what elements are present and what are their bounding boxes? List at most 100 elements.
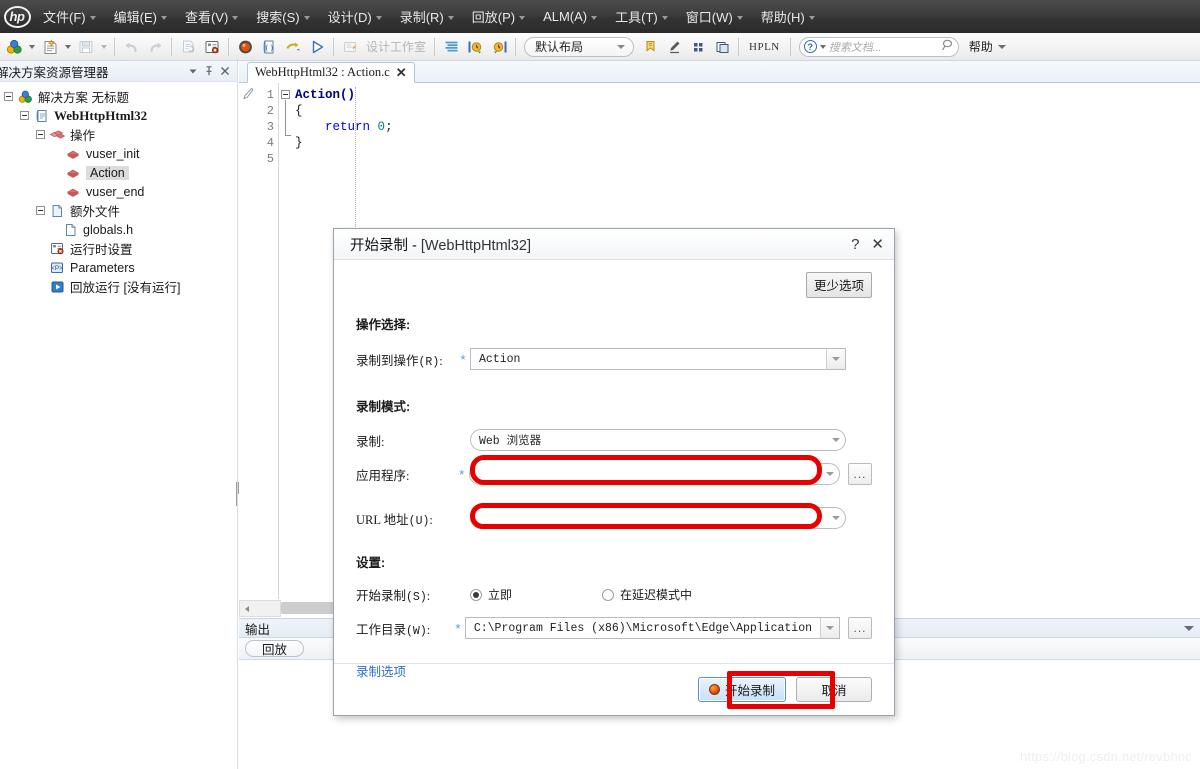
tree-item-action-label: Action: [86, 165, 129, 180]
cancel-button[interactable]: 取消: [796, 677, 872, 702]
close-icon[interactable]: ✕: [396, 66, 407, 79]
tree-item-extra-files[interactable]: 额外文件: [0, 201, 237, 220]
scroll-left-icon[interactable]: [240, 605, 253, 612]
tree-item-vuser-init[interactable]: vuser_init: [0, 144, 237, 163]
vertical-splitter-handle[interactable]: [236, 482, 241, 506]
tree-item-vuser-end[interactable]: vuser_end: [0, 182, 237, 201]
new-solution-dropdown-icon[interactable]: [26, 36, 38, 58]
hpln-label[interactable]: HPLN: [743, 41, 786, 53]
replay-prepare-icon[interactable]: [282, 36, 304, 58]
chevron-down-icon[interactable]: [1184, 625, 1194, 631]
align-lines-icon[interactable]: [440, 36, 462, 58]
runtime-settings-icon[interactable]: [201, 36, 223, 58]
expander-minus-icon[interactable]: [36, 206, 45, 215]
start-recording-dialog: 开始录制 - [WebHttpHtml32] ? ✕ 更少选项 操作选择: 录制…: [333, 228, 895, 716]
url-address-input[interactable]: [470, 507, 846, 529]
chevron-down-icon[interactable]: [819, 44, 826, 49]
tree-item-action[interactable]: Action: [0, 163, 237, 182]
new-script-dropdown-icon[interactable]: [62, 36, 74, 58]
record-into-action-select[interactable]: Action: [470, 348, 846, 370]
close-icon[interactable]: [217, 63, 233, 79]
toolbar-help-menu[interactable]: 帮助: [963, 38, 1012, 55]
menu-item-window[interactable]: 窗口(W): [677, 0, 752, 33]
code-folding-column[interactable]: [279, 83, 295, 599]
record-icon[interactable]: [234, 36, 256, 58]
new-window-icon[interactable]: [711, 36, 733, 58]
run-icon[interactable]: [306, 36, 328, 58]
new-script-icon[interactable]: [39, 36, 61, 58]
chevron-down-icon[interactable]: [826, 430, 845, 450]
highlighter-icon[interactable]: [663, 36, 685, 58]
chevron-down-icon[interactable]: [820, 618, 839, 638]
menu-item-search[interactable]: 搜索(S): [247, 0, 318, 33]
fold-collapse-icon[interactable]: [281, 90, 290, 99]
expander-minus-icon[interactable]: [4, 92, 13, 101]
menu-item-file[interactable]: 文件(F): [34, 0, 105, 33]
tree-item-script[interactable]: WebHttpHtml32: [0, 106, 237, 125]
redo-icon[interactable]: [144, 36, 166, 58]
close-icon[interactable]: ✕: [871, 237, 884, 252]
chevron-down-icon: [447, 15, 454, 20]
search-icon[interactable]: [940, 38, 955, 55]
radio-immediate[interactable]: 立即: [470, 586, 602, 603]
new-solution-icon[interactable]: [3, 36, 25, 58]
dropdown-icon[interactable]: [185, 63, 201, 79]
start-recording-button[interactable]: 开始录制: [697, 677, 786, 702]
tree-item-parameters[interactable]: <P> Parameters: [0, 258, 237, 277]
record-mode-select[interactable]: Web 浏览器: [470, 429, 846, 451]
radio-delayed-button[interactable]: [602, 588, 614, 601]
bookmark-icon[interactable]: [639, 36, 661, 58]
save-icon[interactable]: [75, 36, 97, 58]
layout-selector[interactable]: 默认布局: [524, 36, 635, 57]
chevron-down-icon[interactable]: [820, 464, 839, 484]
editor-hscrollbar-left[interactable]: [239, 600, 281, 617]
radio-delayed[interactable]: 在延迟模式中: [602, 586, 692, 603]
step-out-icon[interactable]: [488, 36, 510, 58]
tree-item-solution[interactable]: 解决方案 无标题: [0, 87, 237, 106]
tree-item-replay-run-label: 回放运行 [没有运行]: [70, 281, 181, 295]
undo-icon[interactable]: [120, 36, 142, 58]
working-directory-browse-button[interactable]: ...: [848, 617, 872, 639]
cancel-button-label: 取消: [821, 684, 847, 698]
working-directory-label: 工作目录(W):: [356, 622, 431, 638]
grid-view-icon[interactable]: [687, 36, 709, 58]
editor-tab-action-c[interactable]: WebHttpHtml32 : Action.c ✕: [247, 62, 415, 83]
menu-item-tools[interactable]: 工具(T): [606, 0, 677, 33]
code-line-1: Action(): [295, 88, 356, 102]
tree-item-actions-folder-label: 操作: [70, 129, 96, 143]
menu-item-help[interactable]: 帮助(H): [752, 0, 824, 33]
design-studio-label: 设计工作室: [366, 40, 427, 54]
application-input[interactable]: [468, 463, 840, 485]
chevron-down-icon[interactable]: [826, 349, 845, 369]
save-dropdown-icon[interactable]: [98, 36, 110, 58]
compile-icon[interactable]: ( ): [258, 36, 280, 58]
menu-item-view-label: 查看(V): [184, 10, 229, 25]
editor-gutter-icons: [239, 83, 257, 599]
menu-item-edit[interactable]: 编辑(E): [105, 0, 176, 33]
tree-item-globals-h[interactable]: globals.h: [0, 220, 237, 239]
step-into-icon[interactable]: [464, 36, 486, 58]
tree-item-replay-run[interactable]: 回放运行 [没有运行]: [0, 277, 237, 296]
application-browse-button[interactable]: ...: [848, 463, 872, 485]
question-mark-icon[interactable]: ?: [851, 237, 859, 252]
tree-item-actions-folder[interactable]: 操作: [0, 125, 237, 144]
more-options-button[interactable]: 更少选项: [805, 272, 872, 298]
menu-item-record[interactable]: 录制(R): [391, 0, 463, 33]
chevron-down-icon[interactable]: [826, 508, 845, 528]
working-directory-input[interactable]: C:\Program Files (x86)\Microsoft\Edge\Ap…: [464, 617, 840, 639]
tree-item-solution-label: 解决方案 无标题: [38, 91, 129, 105]
menu-item-replay[interactable]: 回放(P): [463, 0, 534, 33]
help-search-box[interactable]: ? 搜索文档...: [798, 36, 959, 57]
expander-minus-icon[interactable]: [20, 111, 29, 120]
help-search-input[interactable]: 搜索文档...: [829, 39, 937, 55]
output-tab-replay[interactable]: 回放: [245, 640, 305, 657]
expander-minus-icon[interactable]: [36, 130, 45, 139]
tree-item-runtime-settings[interactable]: 运行时设置: [0, 239, 237, 258]
menu-item-design[interactable]: 设计(D): [319, 0, 391, 33]
pin-icon[interactable]: [201, 63, 217, 79]
design-studio-icon[interactable]: [339, 36, 361, 58]
menu-item-view[interactable]: 查看(V): [176, 0, 247, 33]
regenerate-script-icon[interactable]: [177, 36, 199, 58]
menu-item-alm[interactable]: ALM(A): [534, 0, 606, 33]
radio-immediate-button[interactable]: [470, 588, 482, 601]
